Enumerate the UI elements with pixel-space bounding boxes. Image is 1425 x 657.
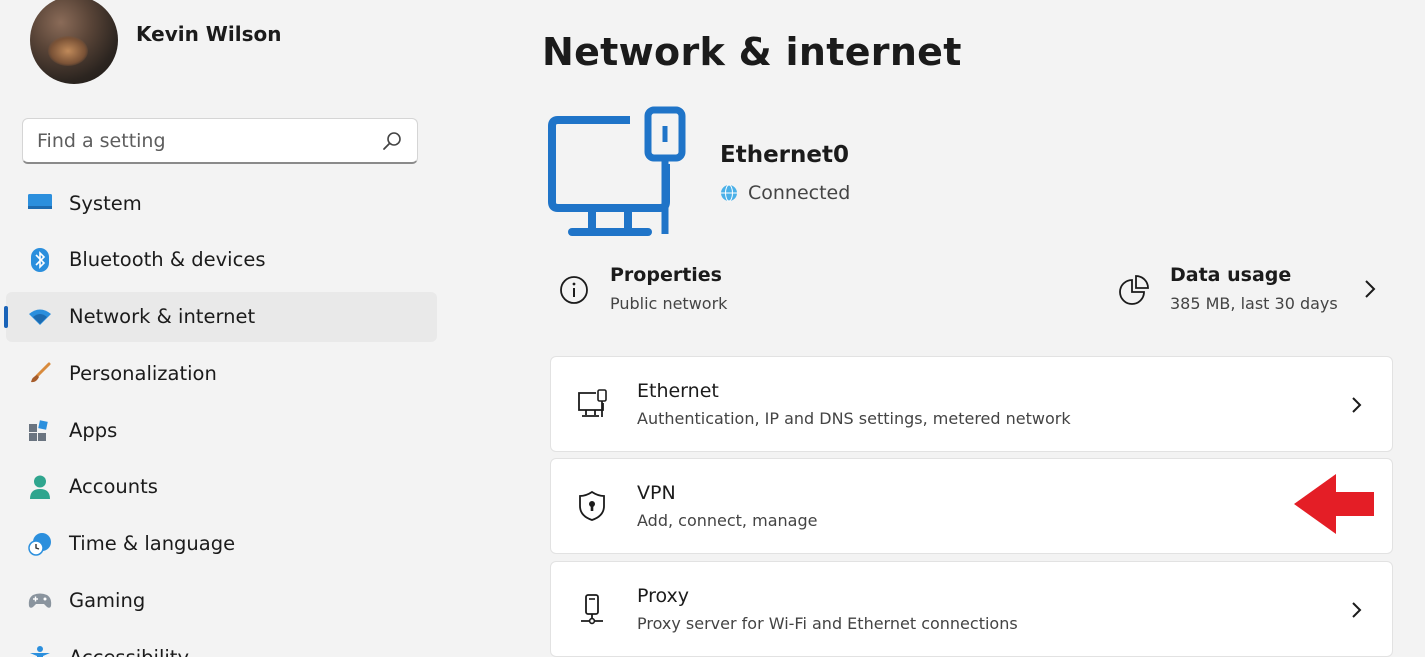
user-profile[interactable]: Kevin Wilson — [30, 0, 281, 90]
accessibility-icon — [28, 645, 52, 657]
sidebar-item-bluetooth-devices[interactable]: Bluetooth & devices — [6, 235, 437, 285]
brush-icon — [28, 361, 52, 385]
sidebar-item-label: Personalization — [69, 361, 217, 385]
sidebar-item-label: Gaming — [69, 589, 146, 613]
ethernet-monitor-icon — [548, 106, 686, 236]
card-title: Ethernet — [637, 380, 719, 402]
sidebar-item-label: Accessibility — [69, 646, 189, 657]
card-subtitle: Authentication, IP and DNS settings, met… — [637, 409, 1071, 428]
sidebar-item-accessibility[interactable]: Accessibility — [6, 632, 437, 657]
sidebar-item-label: Accounts — [69, 475, 158, 499]
properties-title: Properties — [610, 264, 722, 286]
sidebar-item-gaming[interactable]: Gaming — [6, 576, 437, 626]
sidebar-item-label: Network & internet — [69, 305, 256, 329]
ethernet-card[interactable]: Ethernet Authentication, IP and DNS sett… — [550, 356, 1393, 452]
sidebar-nav: System Bluetooth & devices Network & int… — [0, 178, 440, 657]
person-icon — [28, 475, 52, 499]
vpn-card[interactable]: VPN Add, connect, manage — [550, 458, 1393, 554]
chevron-right-icon — [1352, 397, 1362, 413]
sidebar-item-label: Bluetooth & devices — [69, 248, 266, 272]
chevron-right-icon[interactable] — [1362, 278, 1378, 300]
search-icon[interactable] — [381, 130, 403, 152]
connection-status-text: Connected — [748, 182, 851, 204]
search-input[interactable] — [37, 129, 381, 152]
sidebar-item-personalization[interactable]: Personalization — [6, 348, 437, 398]
card-title: Proxy — [637, 585, 690, 607]
sidebar-item-apps[interactable]: Apps — [6, 405, 437, 455]
sidebar-item-network-internet[interactable]: Network & internet — [4, 291, 437, 342]
shield-icon — [575, 489, 609, 523]
sidebar-item-label: System — [69, 191, 142, 215]
data-usage-title: Data usage — [1170, 264, 1292, 286]
sidebar-item-system[interactable]: System — [6, 178, 437, 228]
main-content: Network & internet Ethernet0 Connected P… — [542, 0, 1425, 657]
globe-icon — [721, 184, 737, 202]
pie-chart-icon — [1119, 275, 1149, 305]
info-icon — [560, 276, 588, 304]
gamepad-icon — [28, 589, 52, 613]
red-arrow-icon — [1294, 474, 1374, 534]
card-title: VPN — [637, 482, 676, 504]
chevron-right-icon — [1352, 602, 1362, 618]
properties-subtitle: Public network — [610, 294, 728, 313]
sidebar-item-accounts[interactable]: Accounts — [6, 462, 437, 512]
bluetooth-icon — [28, 247, 52, 272]
clock-globe-icon — [28, 532, 52, 556]
apps-icon — [28, 418, 52, 442]
proxy-card[interactable]: Proxy Proxy server for Wi-Fi and Etherne… — [550, 561, 1393, 657]
search-box[interactable] — [22, 118, 418, 164]
sidebar-item-time-language[interactable]: Time & language — [6, 519, 437, 569]
sidebar-item-label: Time & language — [69, 532, 236, 556]
connection-name: Ethernet0 — [720, 142, 849, 168]
card-subtitle: Add, connect, manage — [637, 511, 818, 530]
connection-status: Connected — [720, 182, 850, 204]
sidebar: Kevin Wilson System Bluetooth & devices … — [0, 0, 450, 657]
monitor-icon — [28, 191, 52, 215]
avatar[interactable] — [30, 0, 118, 84]
proxy-icon — [575, 592, 609, 626]
data-usage-link[interactable]: Data usage 385 MB, last 30 days — [1118, 262, 1338, 313]
card-subtitle: Proxy server for Wi-Fi and Ethernet conn… — [637, 614, 1018, 633]
sidebar-item-label: Apps — [69, 418, 118, 442]
ethernet-icon — [575, 387, 609, 421]
page-title: Network & internet — [542, 30, 962, 74]
user-name: Kevin Wilson — [136, 22, 282, 46]
wifi-icon — [28, 305, 52, 329]
properties-link[interactable]: Properties Public network — [558, 262, 727, 313]
data-usage-subtitle: 385 MB, last 30 days — [1170, 294, 1338, 313]
